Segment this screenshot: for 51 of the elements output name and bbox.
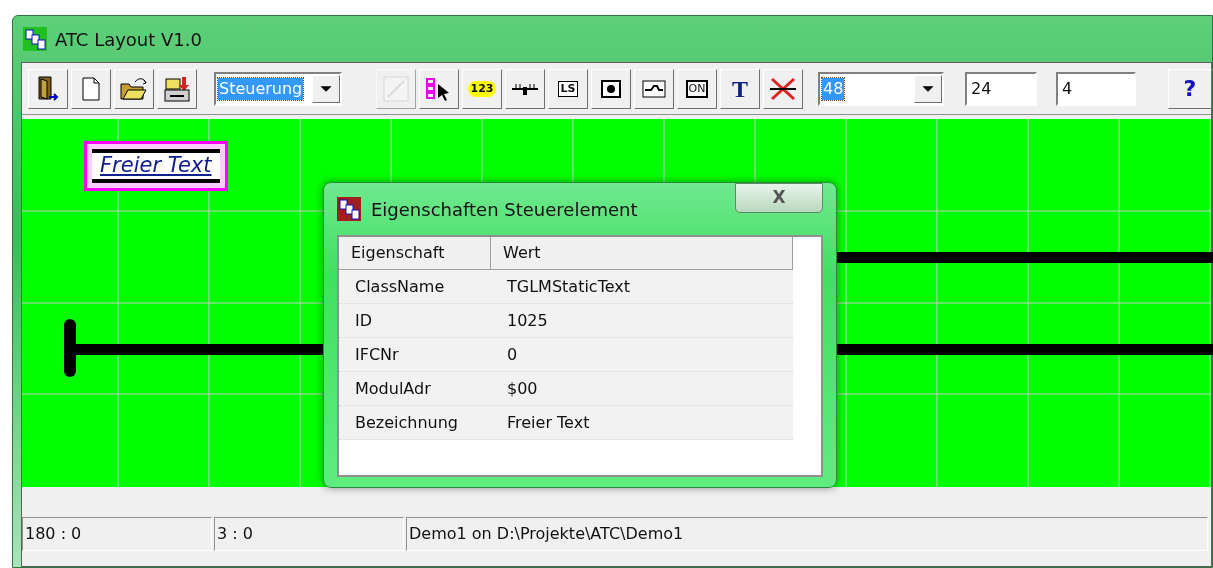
- caret-icon: [312, 74, 340, 103]
- property-value: 1025: [506, 309, 549, 332]
- help-button[interactable]: ?: [1168, 68, 1212, 109]
- tool-button[interactable]: [763, 68, 803, 109]
- property-value: $00: [506, 377, 539, 400]
- tool-button[interactable]: 123: [462, 68, 502, 109]
- save-to-drive-icon: [162, 74, 192, 103]
- dialog-title: Eigenschaften Steuerelement: [371, 197, 638, 222]
- property-name: Bezeichnung: [354, 411, 460, 434]
- toolbar-button[interactable]: [28, 68, 68, 109]
- window-title: ATC Layout V1.0: [55, 27, 202, 52]
- tool-button[interactable]: ON: [677, 68, 717, 109]
- on-tool-icon: ON: [685, 79, 709, 98]
- step-field[interactable]: 4: [1056, 71, 1136, 106]
- column-header[interactable]: Eigenschaft: [339, 237, 491, 269]
- tool-button[interactable]: [591, 68, 631, 109]
- status-panel: 180 : 0: [22, 517, 212, 551]
- delete-cross-icon: [769, 75, 797, 102]
- push-button-tool-icon: [600, 78, 622, 99]
- text-element[interactable]: Freier Text: [84, 141, 228, 191]
- property-name: ClassName: [354, 275, 446, 298]
- property-value: Freier Text: [506, 411, 591, 434]
- track-end-stop: [64, 319, 76, 377]
- tool-button[interactable]: T: [720, 68, 760, 109]
- dialog-logo-icon: [337, 197, 361, 221]
- property-name: ModulAdr: [354, 377, 432, 400]
- close-button[interactable]: X: [735, 183, 823, 213]
- text-tool-icon: T: [732, 76, 748, 101]
- blank-tool-icon: [383, 75, 409, 102]
- caret-icon: [914, 74, 942, 103]
- tool-button[interactable]: LS: [548, 68, 588, 109]
- grid-field[interactable]: 24: [965, 71, 1037, 106]
- column-header[interactable]: Wert: [491, 237, 793, 269]
- counter-tool-icon: 123: [467, 80, 497, 97]
- status-panel: Demo1 on D:\Projekte\ATC\Demo1: [406, 517, 1208, 551]
- signal-tool-icon: LS: [557, 80, 579, 97]
- new-file-icon: [80, 75, 102, 102]
- status-panel: 3 : 0: [214, 517, 404, 551]
- open-folder-icon: [119, 75, 149, 102]
- property-name: IFCNr: [354, 343, 400, 366]
- toolbar-button[interactable]: [114, 68, 154, 109]
- toolbar-button[interactable]: [157, 68, 197, 109]
- property-value: TGLMStaticText: [506, 275, 631, 298]
- property-value: 0: [506, 343, 519, 366]
- tool-button[interactable]: [505, 68, 545, 109]
- tool-button[interactable]: [634, 68, 674, 109]
- app-logo-icon: [23, 27, 47, 51]
- tool-button[interactable]: [419, 68, 459, 109]
- property-name: ID: [354, 309, 374, 332]
- switch-tool-icon: [642, 78, 666, 99]
- door-exit-icon: [35, 74, 61, 103]
